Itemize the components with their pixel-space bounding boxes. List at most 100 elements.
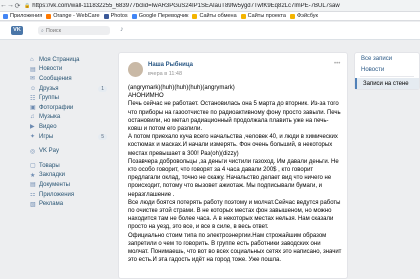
post-text: (angrymark)(huh)(huh)(huh)(angrymark) АНО… bbox=[128, 84, 342, 264]
sidebar-item-label: Моя Страница bbox=[39, 56, 80, 63]
reload-icon[interactable]: ⟳ bbox=[14, 2, 21, 10]
sidebar-item-camera[interactable]: ▣ Фотографии bbox=[30, 103, 115, 113]
bookmark-favicon-icon bbox=[103, 13, 109, 19]
goods-icon: ▢ bbox=[30, 163, 36, 170]
sidebar-item-groups[interactable]: ☷ Группы bbox=[30, 93, 115, 103]
bookmark-favicon-icon bbox=[289, 13, 295, 19]
search-box[interactable]: ⌕ bbox=[38, 26, 110, 35]
sidebar-item-label: Приложения bbox=[39, 191, 75, 198]
bookmark-favicon-icon bbox=[192, 13, 198, 19]
lock-icon[interactable]: 🔒 bbox=[24, 3, 30, 9]
bookmark-label: Приложения bbox=[10, 13, 43, 19]
post-paragraph: Печь сейчас не работает. Остановилась он… bbox=[128, 101, 341, 133]
bookmark-item[interactable]: Сайты обмена bbox=[192, 13, 237, 19]
post-paragraph: Официально стоим типа по электроэнергии.… bbox=[128, 232, 342, 264]
sidebar-item-message[interactable]: ✉ Сообщения bbox=[30, 74, 115, 84]
bookmark-favicon-icon bbox=[3, 13, 8, 19]
address-bar: ← → ⟳ 🔒 https://vk.com/wall-111832255_68… bbox=[0, 0, 420, 12]
sidebar-item-label: Сообщения bbox=[39, 75, 72, 82]
sidebar-item-label: Закладки bbox=[39, 172, 65, 179]
sidebar-item-label: Музыка bbox=[39, 114, 61, 121]
filter-tab[interactable]: Записи на стене bbox=[355, 78, 419, 89]
sidebar: ⌂ Моя Страница ▤ Новости ✉ Сообщения ☺ Друзья 1 ☷… bbox=[30, 55, 115, 209]
bookmark-label: Photos bbox=[110, 13, 128, 19]
camera-icon: ▣ bbox=[30, 105, 36, 112]
sidebar-item-bookmark[interactable]: ★ Закладки bbox=[30, 171, 115, 181]
sidebar-item-label: Товары bbox=[39, 162, 60, 169]
sidebar-item-music[interactable]: ♫ Музыка bbox=[30, 113, 115, 123]
filter-menu: Все записи Новости Записи на стене bbox=[354, 52, 420, 90]
forward-icon[interactable]: → bbox=[7, 2, 14, 9]
filter-tab[interactable]: Все записи bbox=[355, 53, 419, 64]
apps-icon: ⚏ bbox=[30, 192, 36, 199]
post-paragraph: Все люди боятся потерять работу поэтому … bbox=[128, 199, 341, 231]
sidebar-item-label: Документы bbox=[39, 181, 70, 188]
bookmark-item[interactable]: Фэйсбук bbox=[289, 13, 318, 19]
post-card: Наша Рыбница вчера в 11:48 ••• (angrymar… bbox=[118, 52, 348, 279]
sidebar-item-video[interactable]: ▶ Видео bbox=[30, 122, 115, 132]
groups-icon: ☷ bbox=[30, 95, 36, 102]
sidebar-item-label: Видео bbox=[39, 123, 57, 130]
sidebar-item-friends[interactable]: ☺ Друзья 1 bbox=[30, 84, 115, 94]
games-icon: ✦ bbox=[30, 134, 36, 141]
sidebar-item-label: Реклама bbox=[39, 201, 64, 208]
bookmark-label: Orange - WebCare bbox=[53, 13, 100, 19]
bookmark-item[interactable]: Orange - WebCare bbox=[46, 13, 100, 19]
sidebar-item-ads[interactable]: ▧ Реклама bbox=[30, 199, 115, 209]
bookmark-favicon-icon bbox=[240, 13, 246, 19]
bookmark-item[interactable]: Photos bbox=[103, 13, 128, 19]
post-paragraph: А потом приехало куча всего начальства ,… bbox=[128, 134, 338, 157]
menu-divider bbox=[360, 76, 414, 77]
documents-icon: ▤ bbox=[30, 182, 36, 189]
vk-header: VK ⌕ ♪ bbox=[0, 22, 420, 40]
sidebar-item-label: Друзья bbox=[39, 85, 59, 92]
sidebar-item-news[interactable]: ▤ Новости bbox=[30, 65, 115, 75]
back-icon[interactable]: ← bbox=[0, 2, 7, 9]
friends-icon: ☺ bbox=[30, 85, 37, 92]
vk-logo[interactable]: VK bbox=[11, 26, 23, 35]
sidebar-item-home[interactable]: ⌂ Моя Страница bbox=[30, 55, 115, 65]
filter-tab[interactable]: Новости bbox=[355, 64, 419, 75]
avatar[interactable] bbox=[128, 62, 143, 77]
post-paragraph: (angrymark)(huh)(huh)(huh)(angrymark) bbox=[128, 85, 235, 91]
sidebar-item-label: VK Pay bbox=[39, 148, 60, 155]
bookmark-icon: ★ bbox=[30, 172, 36, 179]
bookmark-label: Google Переводчик bbox=[138, 13, 189, 19]
sidebar-item-label: Игры bbox=[39, 133, 54, 140]
bookmark-label: Сайты проекта bbox=[247, 13, 286, 19]
sidebar-item-label: Новости bbox=[39, 66, 63, 73]
home-icon: ⌂ bbox=[30, 56, 34, 63]
sidebar-item-label: Фотографии bbox=[39, 104, 74, 111]
sidebar-item-apps[interactable]: ⚏ Приложения bbox=[30, 190, 115, 200]
bookmark-favicon-icon bbox=[131, 13, 137, 19]
sidebar-item-games[interactable]: ✦ Игры 5 bbox=[30, 132, 115, 142]
bell-icon[interactable]: ♪ bbox=[120, 26, 124, 33]
counter-badge: 1 bbox=[98, 85, 107, 92]
video-icon: ▶ bbox=[30, 124, 35, 131]
bookmark-favicon-icon bbox=[46, 13, 52, 19]
ads-icon: ▧ bbox=[30, 201, 36, 208]
sidebar-item-vkpay[interactable]: ◎ VK Pay bbox=[30, 146, 115, 156]
vkpay-icon: ◎ bbox=[30, 148, 36, 155]
post-author[interactable]: Наша Рыбница bbox=[148, 62, 193, 68]
message-icon: ✉ bbox=[30, 76, 36, 83]
search-input[interactable] bbox=[45, 27, 104, 34]
news-icon: ▤ bbox=[30, 66, 36, 73]
url-text[interactable]: https://vk.com/wall-111832255_683977bcli… bbox=[32, 3, 339, 9]
bookmark-item[interactable]: Google Переводчик bbox=[131, 13, 189, 19]
sidebar-item-goods[interactable]: ▢ Товары bbox=[30, 161, 115, 171]
counter-badge: 5 bbox=[98, 133, 107, 140]
search-icon: ⌕ bbox=[41, 27, 44, 34]
post-paragraph: Позавчера добровольцы ,за деньги чистили… bbox=[128, 158, 339, 198]
post-date[interactable]: вчера в 11:48 bbox=[148, 71, 182, 77]
bookmark-label: Фэйсбук bbox=[296, 13, 318, 19]
more-icon[interactable]: ••• bbox=[334, 61, 340, 67]
bookmarks-bar: Приложения Orange - WebCare Photos Google П… bbox=[0, 12, 420, 21]
bookmark-label: Сайты обмена bbox=[199, 13, 237, 19]
bookmark-item[interactable]: Приложения bbox=[3, 13, 42, 19]
sidebar-item-documents[interactable]: ▤ Документы bbox=[30, 180, 115, 190]
post-paragraph: АНОНИМНО bbox=[128, 93, 164, 100]
bookmark-item[interactable]: Сайты проекта bbox=[240, 13, 286, 19]
music-icon: ♫ bbox=[30, 114, 35, 121]
sidebar-item-label: Группы bbox=[39, 95, 59, 102]
